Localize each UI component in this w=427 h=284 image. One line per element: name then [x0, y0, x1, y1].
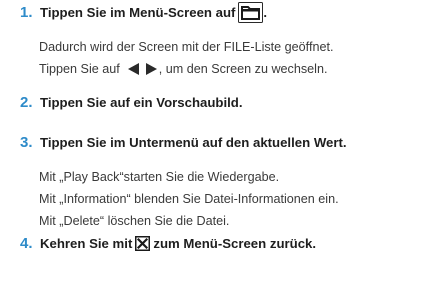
step-1-text-after: .	[263, 4, 268, 20]
step-1-detail-2-before: Tippen Sie auf	[39, 62, 120, 76]
step-1-heading: 1. Tippen Sie im Menü-Screen auf .	[0, 1, 427, 23]
step-2-text: Tippen Sie auf ein Vorschaubild.	[40, 94, 243, 110]
step-number: 4.	[20, 234, 33, 252]
step-1-detail-2: Tippen Sie auf , um den Screen zu wechse…	[39, 59, 327, 79]
close-box-icon	[135, 235, 151, 251]
step-3-text: Tippen Sie im Untermenü auf den aktuelle…	[40, 134, 347, 150]
step-3-detail-3: Mit „Delete“ löschen Sie die Datei.	[39, 214, 230, 228]
step-4-text-after: zum Menü-Screen zurück.	[153, 235, 317, 251]
step-4-heading: 4. Kehren Sie mit zum Menü-Screen zurück…	[0, 232, 427, 254]
folder-icon	[238, 1, 264, 23]
step-number: 3.	[20, 133, 33, 151]
step-4: 4. Kehren Sie mit zum Menü-Screen zurück…	[0, 232, 427, 254]
step-number: 2.	[20, 93, 33, 111]
arrow-right-icon	[145, 62, 159, 76]
step-3-detail-2: Mit „Information“ blenden Sie Datei-Info…	[39, 192, 339, 206]
step-number: 1.	[20, 3, 33, 21]
step-1-detail-2-after: , um den Screen zu wechseln.	[158, 62, 328, 76]
step-1: 1. Tippen Sie im Menü-Screen auf .	[0, 1, 427, 23]
arrow-left-icon	[126, 62, 140, 76]
step-1-detail-1: Dadurch wird der Screen mit der FILE-Lis…	[39, 40, 334, 54]
step-2-heading: 2. Tippen Sie auf ein Vorschaubild.	[0, 91, 427, 113]
step-4-text-before: Kehren Sie mit	[40, 235, 133, 251]
step-3-heading: 3. Tippen Sie im Untermenü auf den aktue…	[0, 131, 427, 153]
step-3: 3. Tippen Sie im Untermenü auf den aktue…	[0, 131, 427, 153]
step-3-detail-1: Mit „Play Back“starten Sie die Wiedergab…	[39, 170, 280, 184]
step-2: 2. Tippen Sie auf ein Vorschaubild.	[0, 91, 427, 113]
step-1-text-before: Tippen Sie im Menü-Screen auf	[40, 4, 236, 20]
